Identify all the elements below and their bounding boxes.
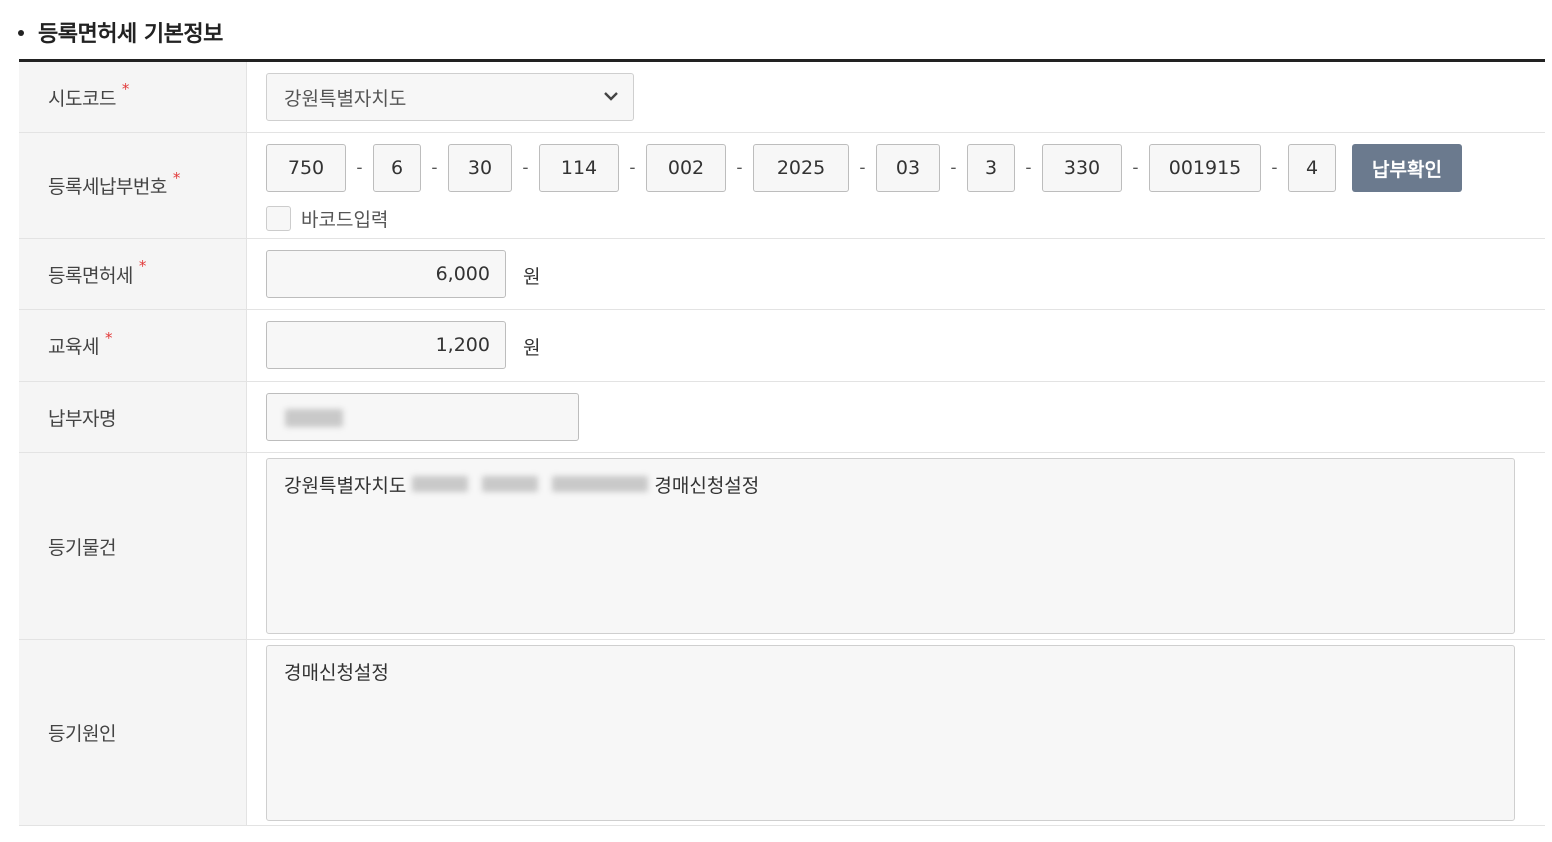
separator: - (356, 158, 363, 178)
barcode-checkbox[interactable] (266, 206, 291, 231)
value-cell: 강원특별자치도 (247, 62, 1545, 132)
bullet-icon (18, 30, 24, 36)
value-cell: 1,200 원 (247, 310, 1545, 381)
section-title-text: 등록면허세 기본정보 (38, 22, 223, 47)
required-mark: * (104, 328, 113, 347)
row-cause: 등기원인 경매신청설정 (19, 640, 1545, 826)
education-tax-label: 교육세 (48, 336, 99, 358)
required-mark: * (172, 168, 181, 187)
redacted-text (406, 472, 654, 496)
sido-select-value: 강원특별자치도 (284, 87, 407, 110)
payer-label: 납부자명 (48, 407, 116, 430)
license-tax-label: 등록면허세 (48, 264, 133, 287)
cause-text: 경매신청설정 (284, 661, 389, 684)
section-title: 등록면허세 기본정보 (18, 14, 223, 50)
bill-number-segment[interactable]: 6 (373, 144, 421, 192)
property-text: 강원특별자치도 경매신청설정 (284, 471, 1497, 497)
label-cell: 납부자명 (19, 382, 247, 452)
separator: - (736, 158, 743, 178)
required-mark: * (138, 257, 147, 275)
property-text-prefix: 강원특별자치도 (284, 474, 407, 497)
bill-number-label: 등록세납부번호 (48, 176, 167, 198)
value-cell (247, 382, 1545, 452)
separator: - (431, 158, 438, 178)
label-cell: 등록면허세 * (19, 239, 247, 309)
row-education-tax: 교육세 * 1,200 원 (19, 310, 1545, 382)
bill-number-segment[interactable]: 330 (1042, 144, 1122, 192)
bill-number-segment[interactable]: 001915 (1149, 144, 1261, 192)
value-cell: 강원특별자치도 경매신청설정 (247, 453, 1545, 639)
separator: - (1271, 158, 1278, 178)
row-payer: 납부자명 (19, 382, 1545, 453)
property-text-suffix: 경매신청설정 (654, 474, 760, 497)
education-tax-input[interactable]: 1,200 (266, 321, 506, 369)
label-cell: 등록세납부번호 * (19, 133, 247, 238)
basic-info-form: 시도코드 * 강원특별자치도 등록세납부번호 * 750 - 6 - 30 - (19, 59, 1545, 826)
redacted-text (285, 409, 343, 427)
separator: - (950, 158, 957, 178)
required-mark: * (121, 80, 130, 98)
license-tax-input[interactable]: 6,000 (266, 250, 506, 298)
value-cell: 6,000 원 (247, 239, 1545, 309)
label-cell: 등기원인 (19, 640, 247, 825)
label-cell: 등기물건 (19, 453, 247, 639)
bill-number-segment[interactable]: 30 (448, 144, 512, 192)
currency-unit: 원 (523, 337, 541, 359)
cause-textarea[interactable]: 경매신청설정 (266, 645, 1515, 821)
sido-select[interactable]: 강원특별자치도 (266, 73, 634, 121)
row-property: 등기물건 강원특별자치도 경매신청설정 (19, 453, 1545, 640)
property-label: 등기물건 (48, 536, 116, 559)
row-license-tax: 등록면허세 * 6,000 원 (19, 239, 1545, 310)
separator: - (629, 158, 636, 178)
confirm-payment-button[interactable]: 납부확인 (1352, 144, 1462, 192)
row-sido: 시도코드 * 강원특별자치도 (19, 62, 1545, 133)
bill-number-segment[interactable]: 114 (539, 144, 619, 192)
currency-unit: 원 (523, 266, 541, 288)
bill-number-segment[interactable]: 2025 (753, 144, 849, 192)
chevron-down-icon (604, 92, 618, 101)
label-cell: 시도코드 * (19, 62, 247, 132)
cause-label: 등기원인 (48, 723, 116, 745)
separator: - (1132, 158, 1139, 178)
bill-number-segment[interactable]: 750 (266, 144, 346, 192)
bill-number-segment[interactable]: 002 (646, 144, 726, 192)
separator: - (522, 158, 529, 178)
separator: - (859, 158, 866, 178)
bill-number-inputs: 750 - 6 - 30 - 114 - 002 - 2025 - 03 - 3… (266, 144, 1462, 192)
property-textarea[interactable]: 강원특별자치도 경매신청설정 (266, 458, 1515, 634)
bill-number-segment[interactable]: 3 (967, 144, 1015, 192)
sido-label: 시도코드 (48, 87, 116, 110)
barcode-option: 바코드입력 (266, 205, 388, 232)
payer-name-input[interactable] (266, 393, 579, 441)
bill-number-segment[interactable]: 4 (1288, 144, 1336, 192)
label-cell: 교육세 * (19, 310, 247, 381)
value-cell: 경매신청설정 (247, 640, 1545, 825)
value-cell: 750 - 6 - 30 - 114 - 002 - 2025 - 03 - 3… (247, 133, 1545, 238)
row-bill-number: 등록세납부번호 * 750 - 6 - 30 - 114 - 002 - 202… (19, 133, 1545, 239)
barcode-label[interactable]: 바코드입력 (301, 205, 388, 232)
separator: - (1025, 158, 1032, 178)
bill-number-segment[interactable]: 03 (876, 144, 940, 192)
